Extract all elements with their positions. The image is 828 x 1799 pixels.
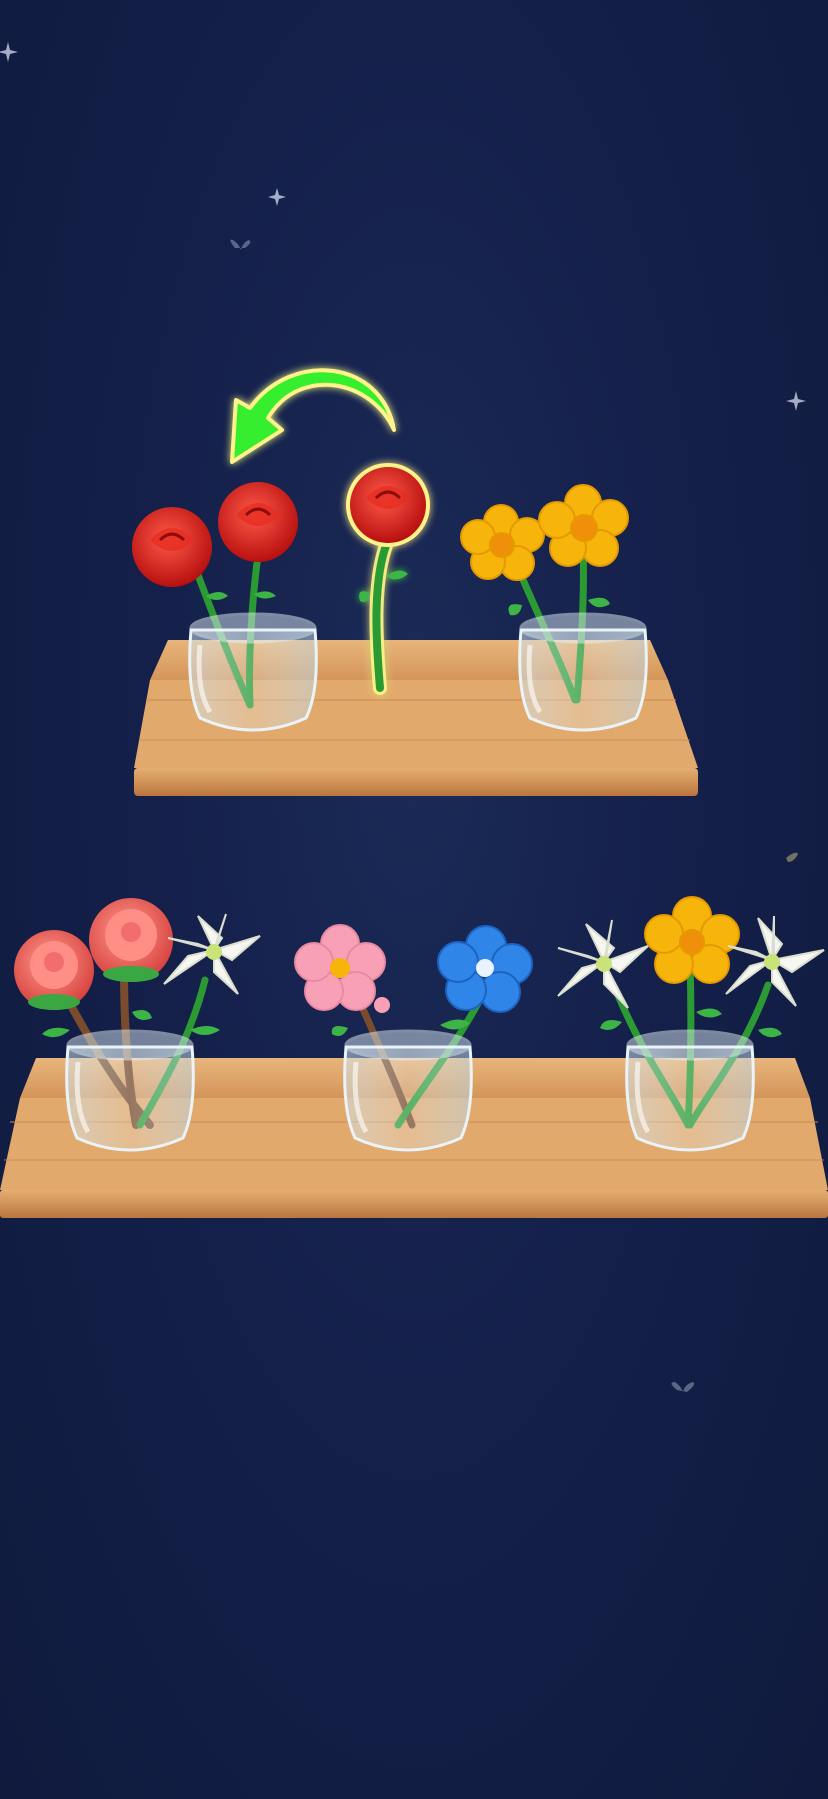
white-lily-icon (725, 915, 825, 1007)
pink-blossom-icon (294, 924, 386, 1011)
yellow-buttercup-icon (460, 504, 545, 581)
red-rose-icon (132, 507, 212, 587)
yellow-buttercup-icon (538, 484, 629, 567)
white-lily-icon (163, 913, 261, 995)
red-rose-icon (346, 463, 430, 547)
game-scene (0, 42, 828, 1392)
pink-peony-icon (14, 930, 94, 1010)
pink-peony-icon (89, 898, 173, 982)
hint-arrow-icon (230, 368, 396, 464)
yellow-buttercup-icon (644, 896, 740, 984)
white-lily-icon (557, 919, 649, 1009)
red-rose-icon (218, 482, 298, 562)
blue-flower-icon (437, 925, 533, 1013)
